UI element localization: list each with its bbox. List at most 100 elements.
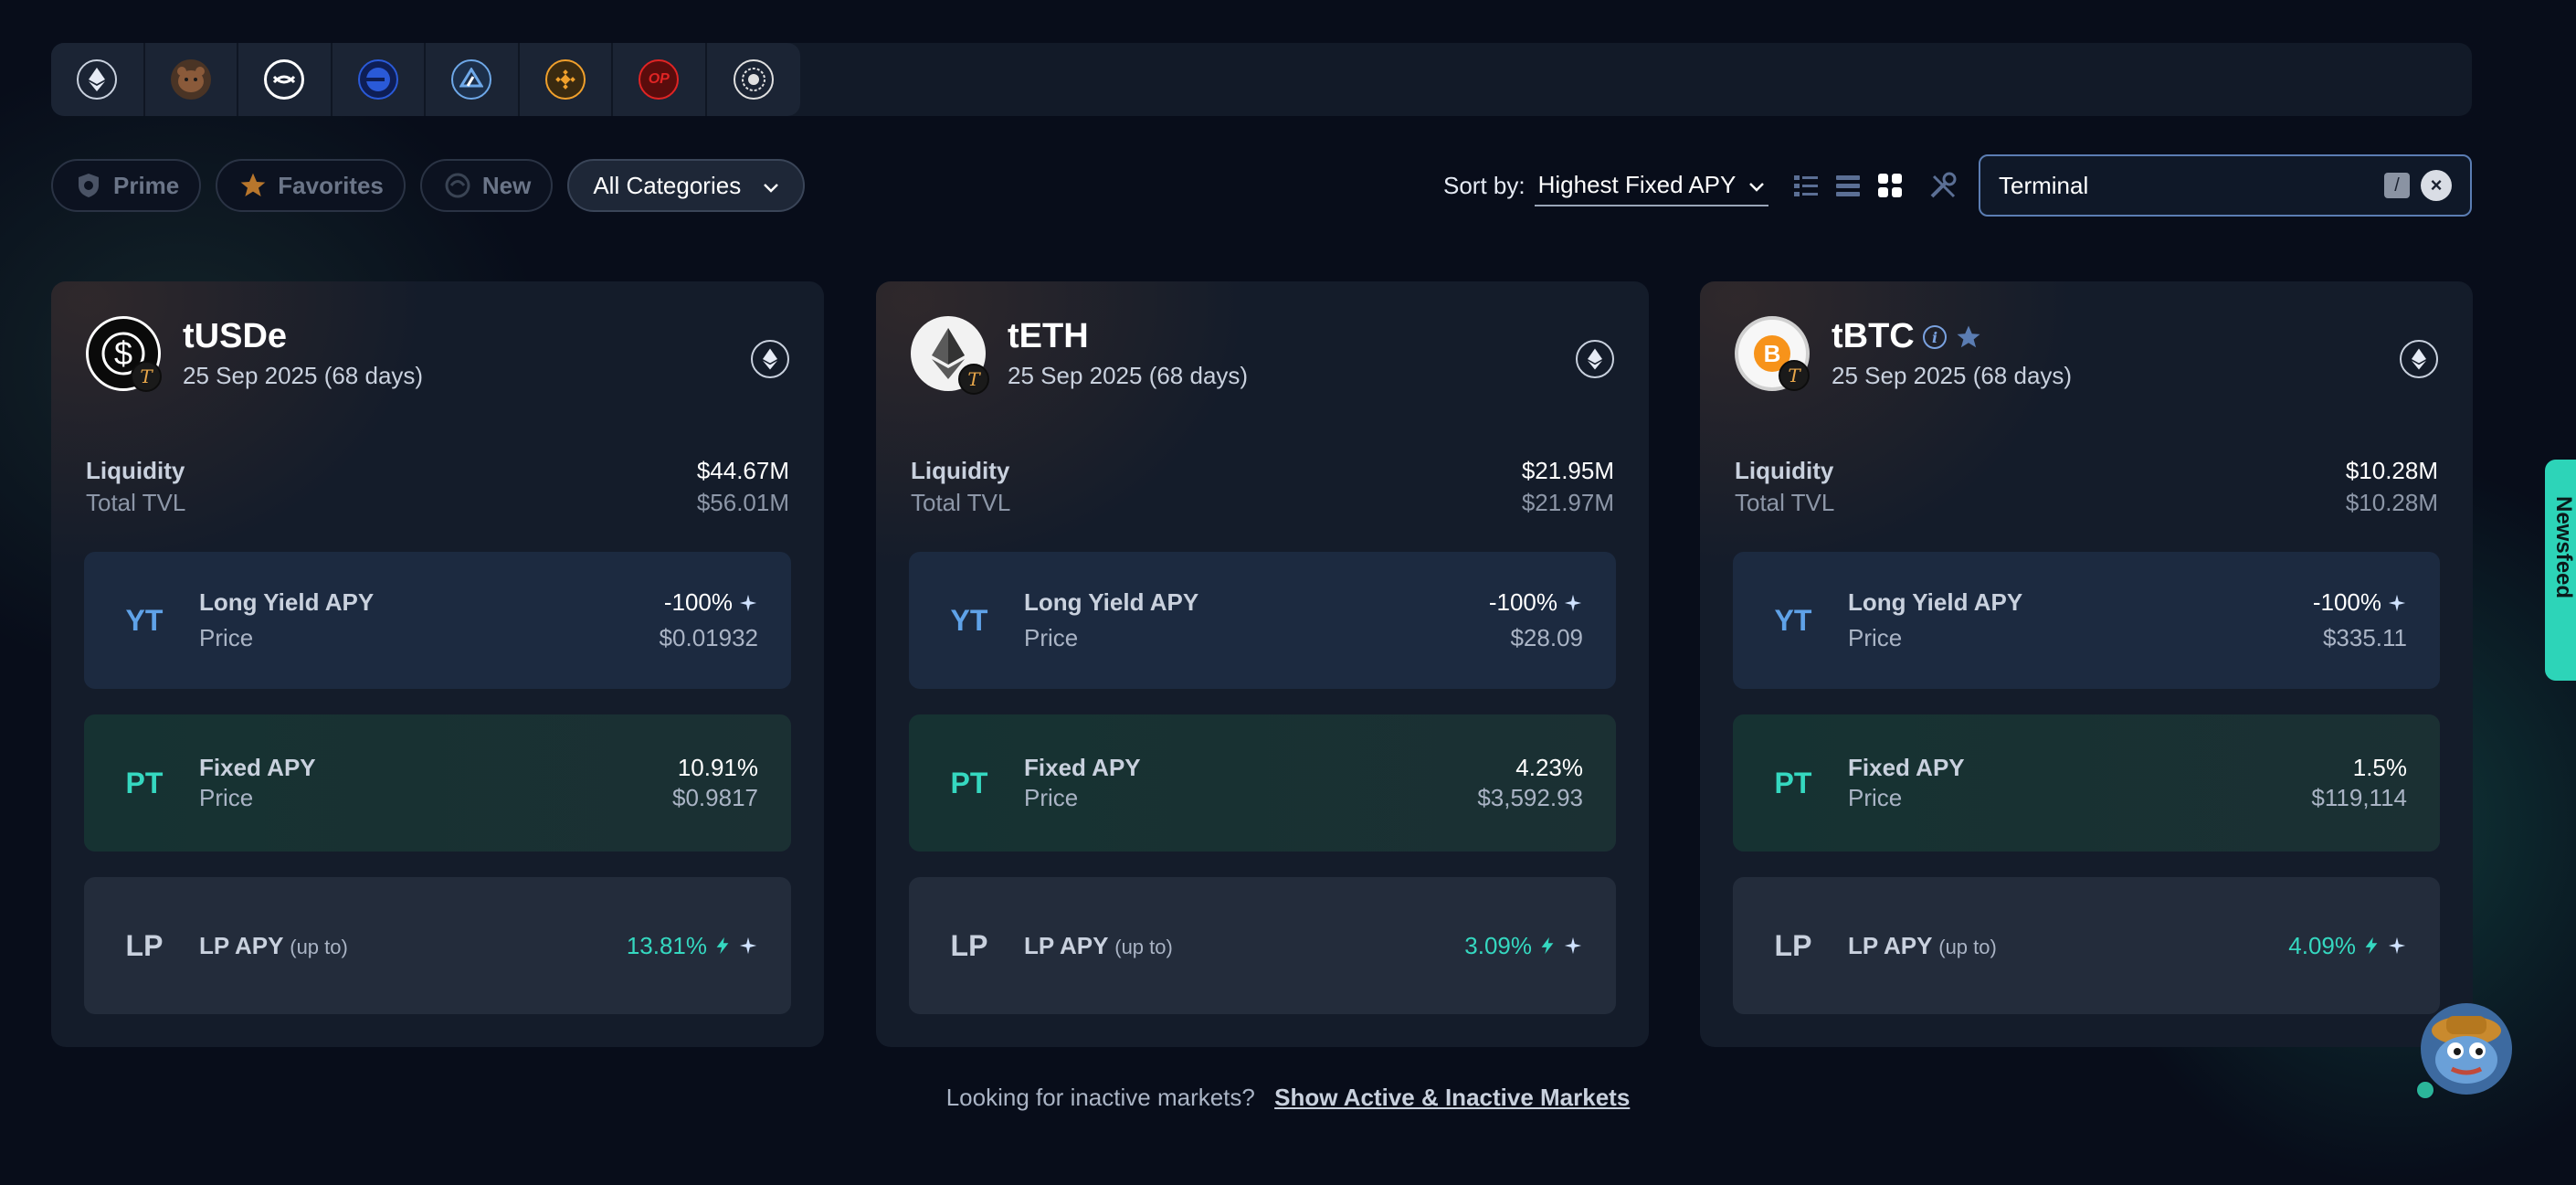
tvl-value: $10.28M bbox=[2345, 489, 2438, 516]
yt-row[interactable]: YT Long Yield APY Price -100% $28.09 bbox=[909, 552, 1616, 689]
lp-apy-value: 13.81% bbox=[626, 931, 707, 959]
prime-filter-button[interactable]: Prime bbox=[51, 159, 202, 212]
maturity-date: 25 Sep 2025 (68 days) bbox=[1008, 362, 1249, 389]
yt-row[interactable]: YT Long Yield APY Price -100% $0.01932 bbox=[84, 552, 791, 689]
bnb-icon bbox=[544, 59, 586, 100]
liquidity-label: Liquidity bbox=[1735, 457, 1834, 484]
frog-mascot-avatar[interactable] bbox=[2421, 1003, 2512, 1095]
ethereum-icon bbox=[77, 59, 118, 100]
favorites-filter-label: Favorites bbox=[278, 171, 384, 199]
maturity-date: 25 Sep 2025 (68 days) bbox=[183, 362, 424, 389]
search-input[interactable] bbox=[1999, 171, 2384, 200]
star-icon bbox=[238, 170, 269, 201]
chain-arbitrum[interactable] bbox=[426, 43, 520, 116]
category-dropdown[interactable]: All Categories bbox=[567, 159, 806, 212]
long-yield-label: Long Yield APY bbox=[1024, 588, 1199, 616]
lp-row[interactable]: LP LP APY (up to) 13.81% bbox=[84, 877, 791, 1014]
prime-filter-label: Prime bbox=[113, 171, 180, 199]
liquidity-label: Liquidity bbox=[911, 457, 1010, 484]
chevron-down-icon bbox=[1748, 171, 1765, 199]
tools-icon[interactable] bbox=[1927, 170, 1958, 201]
sort-value: Highest Fixed APY bbox=[1537, 170, 1737, 198]
favorites-filter-button[interactable]: Favorites bbox=[216, 159, 406, 212]
tvl-label: Total TVL bbox=[1735, 489, 1835, 516]
category-label: All Categories bbox=[593, 171, 742, 199]
lightning-icon bbox=[2365, 936, 2378, 955]
sparkle-icon bbox=[2388, 936, 2406, 955]
swirl-icon bbox=[442, 170, 473, 201]
pt-price-value: $3,592.93 bbox=[1477, 784, 1583, 811]
chain-sonic[interactable] bbox=[707, 43, 801, 116]
favorite-star-icon[interactable] bbox=[1955, 323, 1982, 351]
pt-row[interactable]: PT Fixed APY Price 10.91% $0.9817 bbox=[84, 714, 791, 852]
yt-tag: YT bbox=[125, 603, 164, 637]
fixed-apy-label: Fixed APY bbox=[1024, 754, 1141, 781]
chain-bar: OP bbox=[51, 43, 2472, 116]
long-yield-label: Long Yield APY bbox=[199, 588, 375, 616]
clear-search-button[interactable]: × bbox=[2421, 170, 2452, 201]
lightning-icon bbox=[716, 936, 729, 955]
fixed-apy-label: Fixed APY bbox=[199, 754, 316, 781]
pt-row[interactable]: PT Fixed APY Price 4.23% $3,592.93 bbox=[909, 714, 1616, 852]
lp-row[interactable]: LP LP APY (up to) 4.09% bbox=[1733, 877, 2440, 1014]
sort-dropdown[interactable]: Highest Fixed APY bbox=[1534, 165, 1769, 206]
tvl-label: Total TVL bbox=[911, 489, 1011, 516]
pt-apy-value: 1.5% bbox=[2352, 754, 2407, 781]
shield-icon bbox=[73, 170, 104, 201]
pt-row[interactable]: PT Fixed APY Price 1.5% $119,114 bbox=[1733, 714, 2440, 852]
tvl-value: $21.97M bbox=[1521, 489, 1614, 516]
chain-ethereum[interactable] bbox=[51, 43, 145, 116]
grid-view-icon[interactable] bbox=[1876, 172, 1904, 199]
lp-apy-label: LP APY bbox=[1024, 931, 1109, 959]
tvl-value: $56.01M bbox=[696, 489, 789, 516]
price-label: Price bbox=[1024, 784, 1079, 811]
chain-bnb[interactable] bbox=[520, 43, 613, 116]
liquidity-value: $10.28M bbox=[2345, 457, 2438, 484]
list-view-icon[interactable] bbox=[1834, 172, 1862, 199]
yt-apy-value: -100% bbox=[663, 588, 733, 616]
chain-berachain[interactable] bbox=[145, 43, 238, 116]
liquidity-value: $44.67M bbox=[696, 457, 789, 484]
show-inactive-markets-link[interactable]: Show Active & Inactive Markets bbox=[1274, 1084, 1630, 1111]
card-header: $ T tUSDe 25 Sep 2025 (68 days) bbox=[86, 316, 424, 392]
token-name: tETH bbox=[1008, 317, 1089, 355]
terminal-badge-icon: T bbox=[1779, 360, 1810, 391]
price-label: Price bbox=[199, 624, 254, 651]
liquidity-section: Liquidity Total TVL $44.67M $56.01M bbox=[86, 457, 789, 517]
market-card-tbtc[interactable]: B T tBTC i 25 Sep 2025 (68 days) Liquidi… bbox=[1700, 281, 2473, 1047]
chain-selector: OP bbox=[51, 43, 800, 116]
list-detail-view-icon[interactable] bbox=[1792, 172, 1820, 199]
sparkle-icon bbox=[1564, 594, 1582, 611]
market-card-teth[interactable]: T tETH 25 Sep 2025 (68 days) Liquidity T… bbox=[876, 281, 1649, 1047]
search-box: / × bbox=[1979, 154, 2472, 217]
teth-logo: T bbox=[911, 316, 989, 395]
tusde-logo: $ T bbox=[86, 316, 162, 392]
up-to-label: (up to) bbox=[290, 935, 348, 958]
new-filter-button[interactable]: New bbox=[419, 159, 554, 212]
terminal-badge-icon: T bbox=[958, 364, 989, 395]
svg-text:i: i bbox=[1932, 329, 1937, 346]
lp-tag: LP bbox=[1774, 928, 1812, 962]
pt-apy-value: 4.23% bbox=[1515, 754, 1583, 781]
yt-apy-value: -100% bbox=[1488, 588, 1557, 616]
liquidity-label: Liquidity bbox=[86, 457, 185, 484]
chain-mantle[interactable] bbox=[238, 43, 333, 116]
tbtc-logo: B T bbox=[1735, 316, 1810, 391]
newsfeed-label: Newsfeed bbox=[2551, 496, 2576, 599]
sort-label: Sort by: bbox=[1443, 171, 1526, 199]
chain-optimism[interactable]: OP bbox=[613, 43, 707, 116]
market-card-tusde[interactable]: $ T tUSDe 25 Sep 2025 (68 days) Liquidit… bbox=[51, 281, 824, 1047]
newsfeed-tab[interactable]: Newsfeed bbox=[2545, 460, 2576, 681]
ethereum-icon bbox=[1576, 340, 1614, 378]
ethereum-icon bbox=[2400, 340, 2438, 378]
lp-tag: LP bbox=[125, 928, 164, 962]
chain-base[interactable] bbox=[333, 43, 426, 116]
pt-tag: PT bbox=[125, 766, 164, 799]
lp-row[interactable]: LP LP APY (up to) 3.09% bbox=[909, 877, 1616, 1014]
lp-apy-value: 4.09% bbox=[2288, 931, 2356, 959]
svg-text:B: B bbox=[1764, 340, 1781, 367]
card-header: T tETH 25 Sep 2025 (68 days) bbox=[911, 316, 1249, 395]
yt-price-value: $0.01932 bbox=[659, 624, 758, 651]
info-icon[interactable]: i bbox=[1922, 324, 1948, 350]
yt-row[interactable]: YT Long Yield APY Price -100% $335.11 bbox=[1733, 552, 2440, 689]
